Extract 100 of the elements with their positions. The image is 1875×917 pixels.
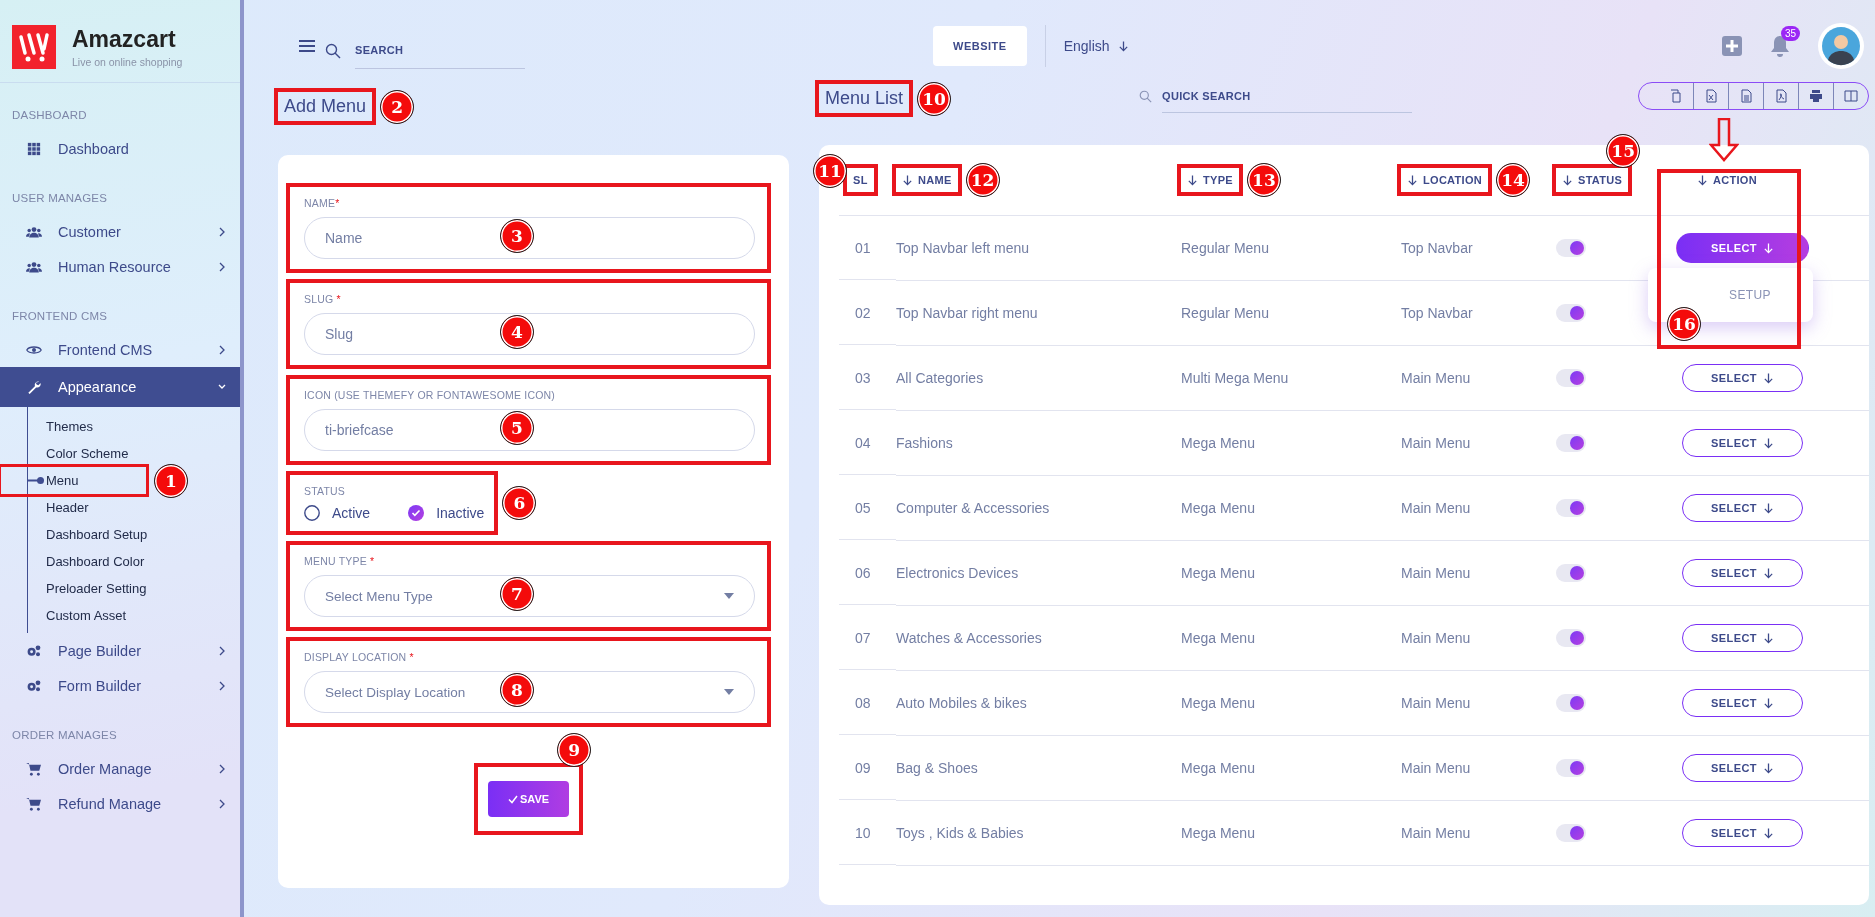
sidebar-item[interactable]: Order Manage [0, 751, 240, 786]
select-button[interactable]: SELECT [1682, 624, 1803, 652]
column-header[interactable]: TYPE [1181, 168, 1239, 192]
arrow-down-icon [1562, 174, 1573, 186]
caret-icon [724, 593, 734, 599]
table-cell: Auto Mobiles & bikes [896, 671, 1181, 736]
submenu-item[interactable]: Preloader Setting [46, 581, 147, 596]
spreadsheet-file-icon[interactable] [1704, 89, 1718, 103]
select-button[interactable]: SELECT [1682, 689, 1803, 717]
select-button[interactable]: SELECT [1682, 494, 1803, 522]
search-icon[interactable] [325, 43, 341, 59]
table-cell: Main Menu [1401, 606, 1556, 671]
quick-search-field[interactable]: QUICK SEARCH [1162, 90, 1413, 113]
table-cell: Main Menu [1401, 801, 1556, 866]
submenu-item[interactable]: Dashboard Setup [46, 527, 148, 542]
menu-icon[interactable] [299, 39, 315, 53]
website-button[interactable]: WEBSITE [933, 26, 1027, 66]
submenu-item[interactable]: Themes [46, 419, 93, 434]
table-cell: 05 [839, 476, 896, 540]
table-cell: 07 [839, 606, 896, 670]
grid-icon [26, 141, 42, 156]
search-field[interactable]: SEARCH [355, 33, 525, 69]
select-button[interactable]: SELECT [1682, 819, 1803, 847]
submenu-item[interactable]: Custom Asset [46, 608, 127, 623]
logo-icon [12, 25, 56, 69]
status-toggle[interactable] [1556, 694, 1586, 712]
copy-icon[interactable] [1669, 89, 1683, 103]
table-cell: Mega Menu [1181, 476, 1401, 541]
avatar-icon[interactable] [1818, 23, 1864, 69]
bell-icon[interactable] [1770, 35, 1790, 57]
arrow-down-icon [1762, 502, 1774, 514]
print-icon[interactable] [1809, 89, 1823, 103]
select-button[interactable]: SELECT [1682, 754, 1803, 782]
status-toggle[interactable] [1556, 759, 1586, 777]
select-button[interactable]: SELECT [1682, 364, 1803, 392]
submenu-item[interactable]: Dashboard Color [46, 554, 145, 569]
table-cell: 08 [839, 671, 896, 735]
table-cell: 01 [839, 216, 896, 280]
status-toggle[interactable] [1556, 434, 1586, 452]
table-cell: Mega Menu [1181, 671, 1401, 736]
field-label: STATUS [304, 485, 346, 497]
submenu-item[interactable]: Menu [46, 473, 79, 488]
sidebar-item[interactable]: Page Builder [0, 633, 240, 668]
radio-label[interactable]: Active [332, 505, 371, 521]
save-button[interactable]: SAVE [487, 781, 570, 817]
arrow-down-icon [1762, 372, 1774, 384]
status-toggle[interactable] [1556, 239, 1586, 257]
sidebar-item[interactable]: Dashboard [0, 131, 240, 166]
select-button[interactable]: SELECT [1676, 233, 1809, 263]
arrow-down-icon [1762, 242, 1774, 254]
table-cell: Electronics Devices [896, 541, 1181, 606]
table-cell: Mega Menu [1181, 541, 1401, 606]
status-toggle[interactable] [1556, 564, 1586, 582]
radio-label[interactable]: Inactive [436, 505, 485, 521]
callout-badge: 6 [502, 486, 537, 520]
status-toggle[interactable] [1556, 824, 1586, 842]
status-toggle[interactable] [1556, 499, 1586, 517]
brand-name: Amazcart [72, 26, 177, 53]
table-cell: Main Menu [1401, 541, 1556, 606]
sidebar-item[interactable]: Customer [0, 214, 240, 249]
status-toggle[interactable] [1556, 304, 1586, 322]
gears-icon [26, 643, 42, 658]
callout-badge: 1 [154, 463, 188, 498]
document-icon[interactable] [1739, 89, 1753, 103]
select-button[interactable]: SELECT [1682, 429, 1803, 457]
table-cell: 06 [839, 541, 896, 605]
radio-button[interactable] [408, 505, 425, 521]
wrench-icon [26, 380, 42, 394]
users-icon [26, 224, 42, 239]
status-toggle[interactable] [1556, 369, 1586, 387]
sidebar-item[interactable]: Form Builder [0, 668, 240, 703]
status-toggle[interactable] [1556, 629, 1586, 647]
field-label: ICON (USE THEMEFY OR FONTAWESOME ICON) [304, 389, 556, 401]
brand-tagline: Live on online shopping [72, 56, 183, 68]
pdf-file-icon[interactable] [1774, 89, 1788, 103]
column-header[interactable]: ACTION [1691, 168, 1763, 192]
select-button[interactable]: SELECT [1682, 559, 1803, 587]
column-header[interactable]: NAME [896, 168, 958, 192]
sidebar-item[interactable]: Human Resource [0, 249, 240, 284]
gears-icon [26, 678, 42, 693]
table-cell: Mega Menu [1181, 606, 1401, 671]
callout-badge: 15 [1606, 134, 1641, 168]
field-label: DISPLAY LOCATION * [304, 651, 414, 663]
table-cell: Mega Menu [1181, 411, 1401, 476]
sidebar-item[interactable]: Frontend CMS [0, 332, 240, 367]
field-label: NAME* [304, 197, 340, 209]
language-dropdown[interactable]: English [1063, 38, 1129, 54]
table-cell: 02 [839, 281, 896, 345]
column-header[interactable]: LOCATION [1401, 168, 1489, 192]
table-cell: Main Menu [1401, 346, 1556, 411]
arrow-down-icon [902, 174, 913, 186]
sidebar-item[interactable]: Appearance [0, 367, 240, 407]
sidebar-item[interactable]: Refund Manage [0, 786, 240, 821]
submenu-item[interactable]: Color Scheme [46, 446, 129, 461]
column-header[interactable]: STATUS [1556, 168, 1629, 192]
radio-button[interactable] [304, 505, 320, 521]
submenu-item[interactable]: Header [46, 500, 89, 515]
field-label: MENU TYPE * [304, 555, 375, 567]
plus-icon[interactable] [1722, 36, 1742, 56]
columns-icon[interactable] [1844, 89, 1858, 103]
